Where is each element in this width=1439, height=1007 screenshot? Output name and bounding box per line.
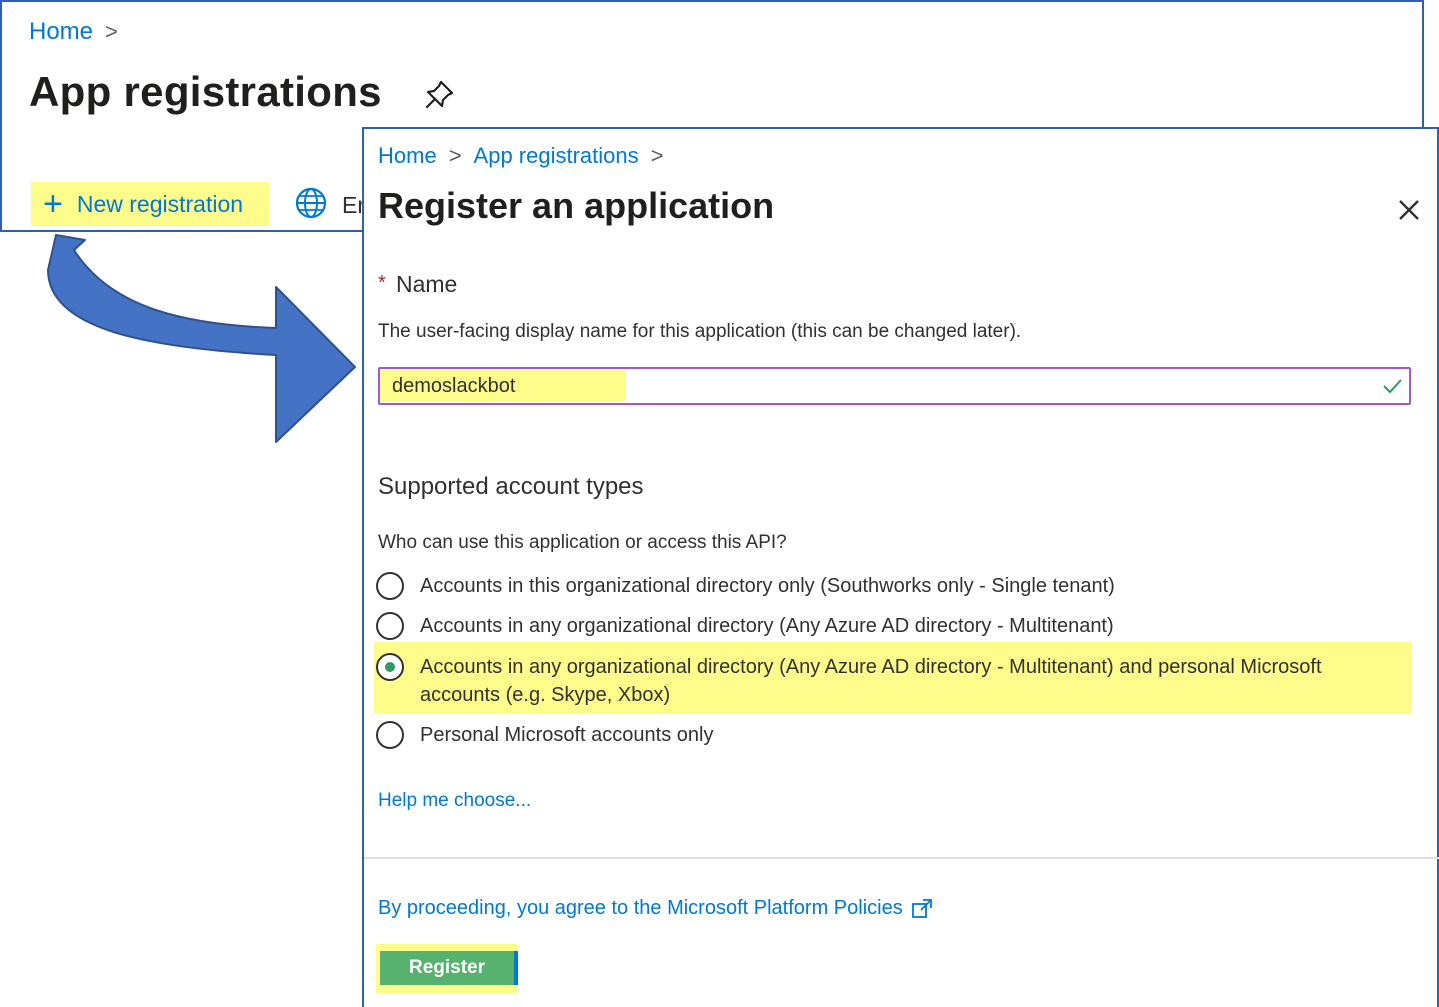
radio-option-label: Accounts in this organizational director… (420, 575, 1115, 597)
register-button-highlight: Register (376, 944, 518, 994)
curved-arrow (47, 234, 356, 443)
dialog-title: Register an application (378, 185, 775, 226)
chevron-right-icon: > (448, 143, 462, 168)
radio-button-selected[interactable] (376, 653, 404, 681)
radio-button[interactable] (376, 612, 404, 640)
plus-icon: + (43, 185, 63, 223)
name-input[interactable]: demoslackbot (378, 367, 1411, 405)
external-link-icon (911, 898, 932, 918)
register-application-dialog: Home > App registrations > Register an a… (362, 127, 1439, 1007)
globe-icon[interactable] (294, 186, 328, 220)
radio-option-multitenant-personal[interactable]: Accounts in any organizational directory… (376, 653, 1376, 709)
radio-button[interactable] (376, 572, 404, 600)
checkmark-icon (1383, 379, 1402, 394)
breadcrumb: Home > App registrations > (378, 143, 664, 169)
account-types-question: Who can use this application or access t… (378, 532, 787, 553)
name-label: Name (396, 271, 458, 297)
chevron-right-icon: > (650, 143, 664, 168)
footer-divider (364, 857, 1439, 859)
close-icon[interactable] (1394, 195, 1424, 225)
page-title: App registrations (29, 68, 382, 115)
pin-icon[interactable] (422, 78, 456, 112)
platform-policies-link[interactable]: By proceeding, you agree to the Microsof… (378, 897, 933, 920)
platform-policies-text[interactable]: By proceeding, you agree to the Microsof… (378, 897, 903, 920)
radio-option-single-tenant[interactable]: Accounts in this organizational director… (376, 572, 1115, 600)
breadcrumb: Home > (29, 18, 118, 46)
radio-option-label: Accounts in any organizational directory… (420, 615, 1114, 637)
radio-button[interactable] (376, 721, 404, 749)
name-input-value: demoslackbot (392, 375, 516, 397)
radio-option-multitenant[interactable]: Accounts in any organizational directory… (376, 612, 1114, 640)
radio-option-label: Accounts in any organizational directory… (420, 656, 1322, 706)
required-marker: * (378, 272, 386, 294)
help-me-choose-link[interactable]: Help me choose... (378, 790, 531, 812)
breadcrumb-app-registrations[interactable]: App registrations (474, 143, 639, 169)
new-registration-label: New registration (76, 190, 244, 217)
breadcrumb-home[interactable]: Home (29, 18, 93, 46)
name-description: The user-facing display name for this ap… (378, 321, 1022, 342)
account-types-heading: Supported account types (378, 473, 644, 500)
radio-option-personal-only[interactable]: Personal Microsoft accounts only (376, 721, 713, 749)
breadcrumb-home[interactable]: Home (378, 143, 437, 169)
chevron-right-icon: > (105, 19, 118, 44)
register-button[interactable]: Register (380, 951, 518, 985)
radio-option-label: Personal Microsoft accounts only (420, 724, 714, 746)
